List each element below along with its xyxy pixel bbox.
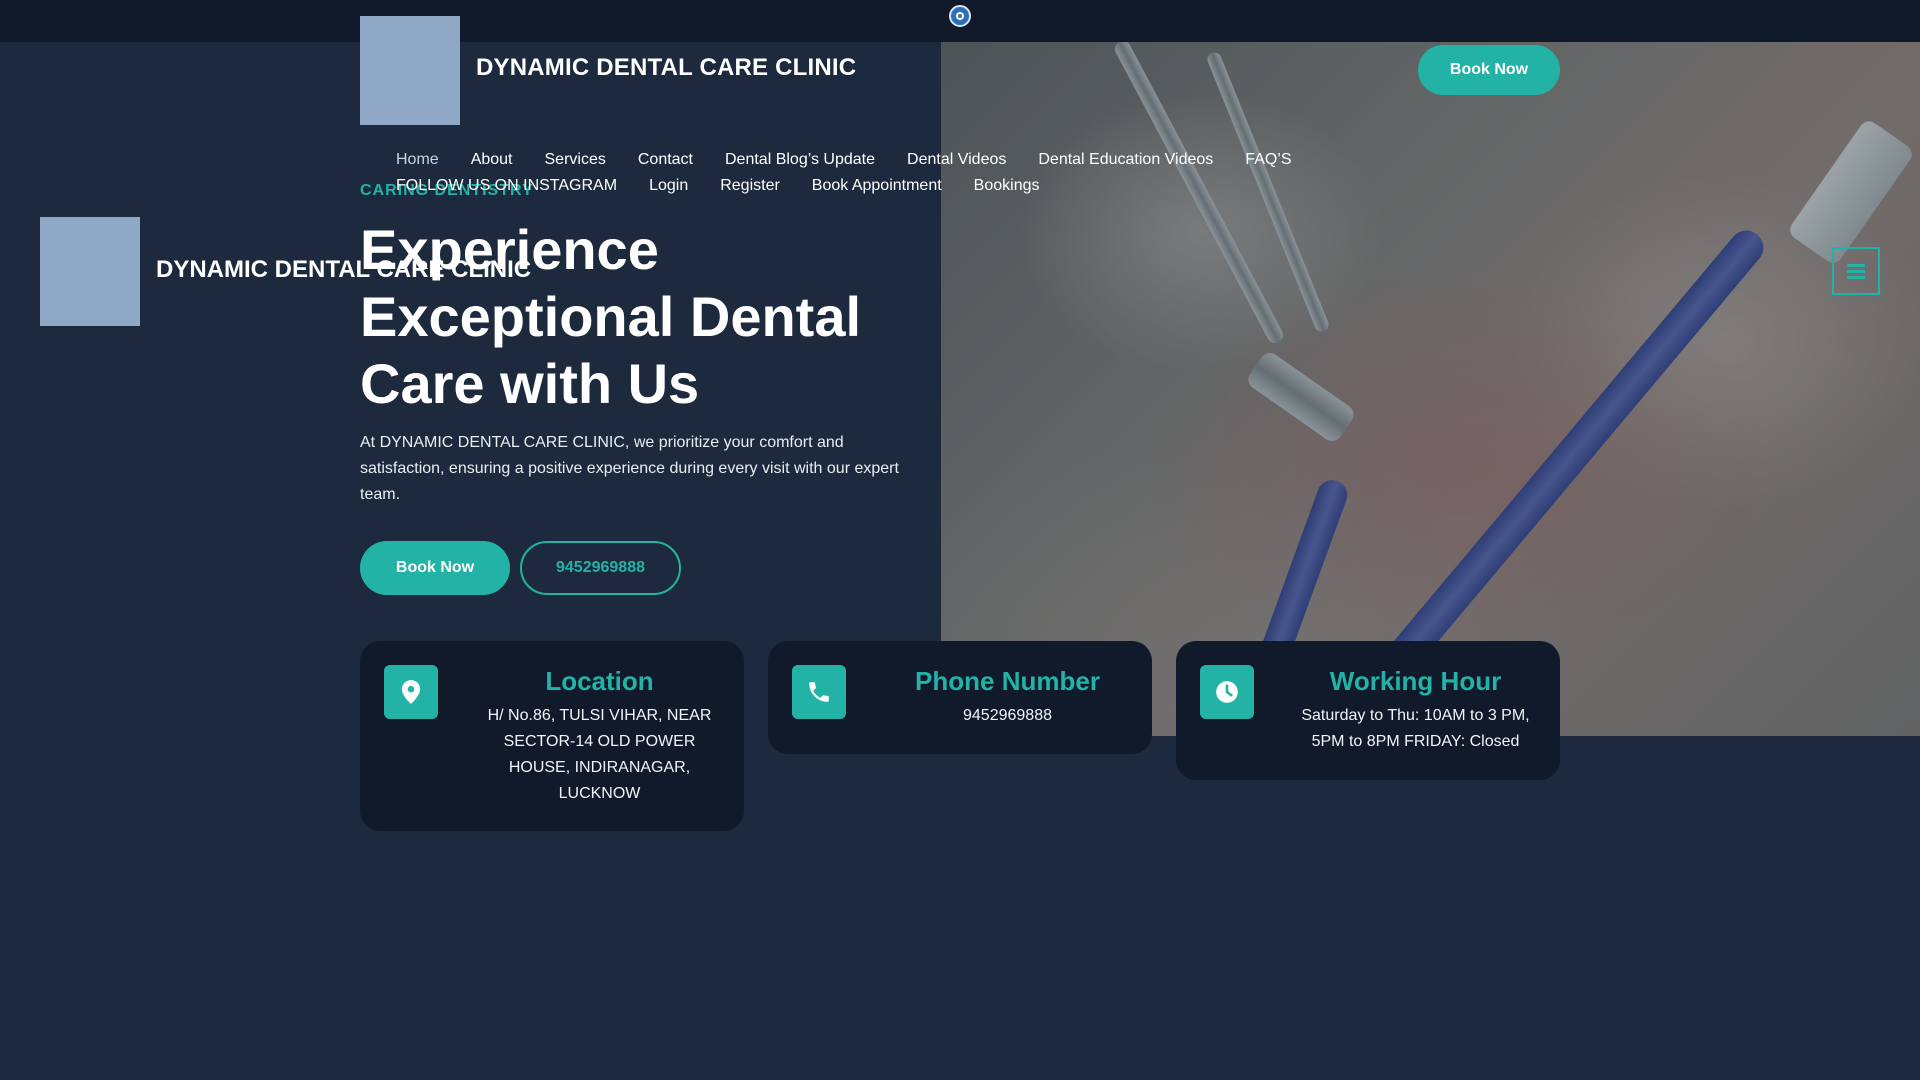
header-site-title[interactable]: DYNAMIC DENTAL CARE CLINIC xyxy=(476,54,856,82)
location-text: H/ No.86, TULSI VIHAR, NEAR SECTOR-14 OL… xyxy=(487,707,712,802)
hero-heading: Experience Exceptional Dental Care with … xyxy=(360,218,862,415)
accessibility-icon[interactable] xyxy=(949,5,971,27)
nav-row-2: FOLLOW US ON INSTAGRAM Login Register Bo… xyxy=(396,173,1316,199)
phone-card: Phone Number 9452969888 xyxy=(768,641,1152,754)
main-nav: Home About Services Contact Dental Blog’… xyxy=(396,147,1316,199)
nav-register[interactable]: Register xyxy=(720,173,780,199)
phone-icon xyxy=(792,665,846,719)
nav-dental-videos[interactable]: Dental Videos xyxy=(907,147,1006,173)
nav-book-appointment[interactable]: Book Appointment xyxy=(812,173,942,199)
working-hours-card: Working Hour Saturday to Thu: 10AM to 3 … xyxy=(1176,641,1560,780)
nav-dental-education-videos[interactable]: Dental Education Videos xyxy=(1038,147,1213,173)
phone-title: Phone Number xyxy=(915,666,1100,696)
top-bar xyxy=(0,0,1920,42)
nav-contact[interactable]: Contact xyxy=(638,147,693,173)
header-book-now-button[interactable]: Book Now xyxy=(1418,45,1560,95)
location-card: Location H/ No.86, TULSI VIHAR, NEAR SEC… xyxy=(360,641,744,831)
nav-faqs[interactable]: FAQ’S xyxy=(1245,147,1291,173)
nav-login[interactable]: Login xyxy=(649,173,688,199)
nav-about[interactable]: About xyxy=(471,147,513,173)
nav-bookings[interactable]: Bookings xyxy=(974,173,1040,199)
phone-text: 9452969888 xyxy=(963,707,1052,724)
clock-icon xyxy=(1200,665,1254,719)
working-hours-title: Working Hour xyxy=(1329,666,1502,696)
side-logo[interactable] xyxy=(40,217,140,326)
location-title: Location xyxy=(545,666,654,696)
hero-description: At DYNAMIC DENTAL CARE CLINIC, we priori… xyxy=(360,434,899,503)
nav-home[interactable]: Home xyxy=(396,147,439,173)
hero-phone-button[interactable]: 9452969888 xyxy=(520,541,681,595)
nav-dental-blog[interactable]: Dental Blog’s Update xyxy=(725,147,875,173)
hero-book-now-button[interactable]: Book Now xyxy=(360,541,510,595)
working-hours-text: Saturday to Thu: 10AM to 3 PM, 5PM to 8P… xyxy=(1301,707,1530,750)
nav-instagram[interactable]: FOLLOW US ON INSTAGRAM xyxy=(396,173,617,199)
hamburger-menu-icon[interactable] xyxy=(1832,247,1880,295)
nav-row-1: Home About Services Contact Dental Blog’… xyxy=(396,147,1316,173)
nav-services[interactable]: Services xyxy=(545,147,606,173)
map-pin-icon xyxy=(384,665,438,719)
header-logo[interactable] xyxy=(360,16,460,125)
